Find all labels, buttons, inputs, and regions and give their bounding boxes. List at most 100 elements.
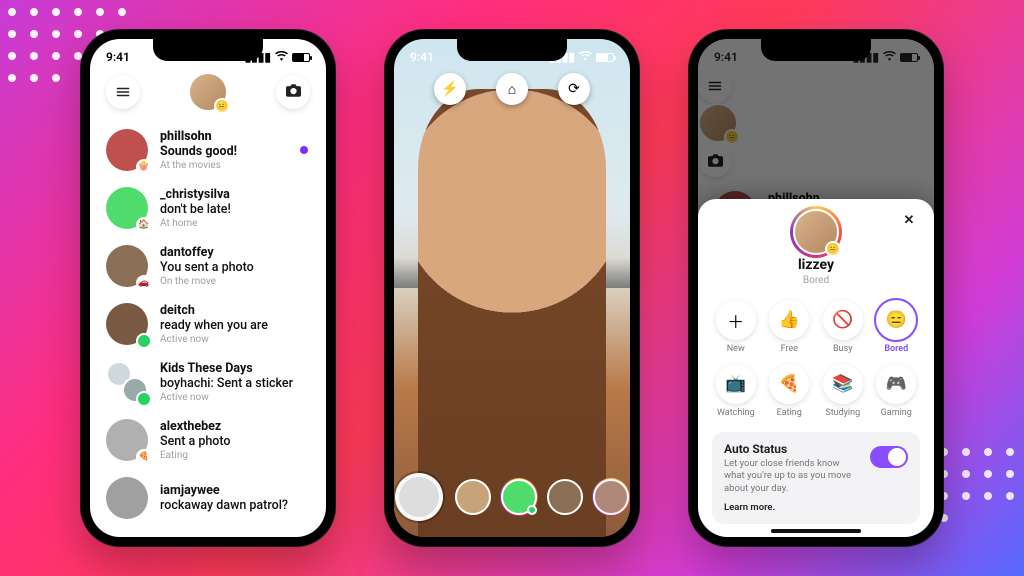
thread-message: You sent a photo (160, 260, 310, 275)
flash-off-button[interactable]: ⚡ (434, 73, 466, 105)
thread-name: _christysilva (160, 187, 310, 202)
phone-threads: 9:41 ▮▮▮▮ 😑 (80, 29, 336, 547)
online-dot-icon (136, 391, 152, 407)
status-eating[interactable]: 🍕 Eating (766, 364, 814, 418)
status-tile-label: Gaming (881, 408, 912, 418)
status-studying[interactable]: 📚 Studying (819, 364, 867, 418)
thread-status: At home (160, 218, 310, 229)
home-icon: ⌂ (508, 81, 516, 98)
thread-row[interactable]: 🍿 phillsohnSounds good!At the movies (90, 121, 326, 179)
thread-message: rockaway dawn patrol? (160, 498, 310, 513)
thread-status: Active now (160, 334, 310, 345)
auto-status-desc: Let your close friends know what you're … (724, 458, 860, 495)
thread-name: phillsohn (160, 129, 310, 144)
status-busy-icon: 🚫 (823, 300, 863, 340)
my-profile-avatar[interactable]: 😑 (188, 72, 228, 112)
home-button[interactable]: ⌂ (496, 73, 528, 105)
thread-status: Active now (160, 392, 310, 403)
thread-status-icon: 🏠 (136, 217, 152, 233)
thread-status: Eating (160, 450, 310, 461)
status-eating-icon: 🍕 (769, 364, 809, 404)
status-watching-icon: 📺 (716, 364, 756, 404)
thread-name: dantoffey (160, 245, 310, 260)
status-tile-label: New (727, 344, 745, 354)
status-free[interactable]: 👍Free (766, 300, 814, 354)
thread-message: ready when you are (160, 318, 310, 333)
thread-name: iamjaywee (160, 483, 310, 498)
thread-message: Sounds good! (160, 144, 310, 159)
auto-status-toggle[interactable] (870, 446, 908, 468)
status-new-icon: ＋ (716, 300, 756, 340)
thread-name: alexthebez (160, 419, 310, 434)
device-notch (153, 39, 263, 61)
auto-status-card: Auto Status Let your close friends know … (712, 432, 920, 524)
thread-row[interactable]: Kids These Daysboyhachi: Sent a stickerA… (90, 353, 326, 411)
thread-list[interactable]: 🍿 phillsohnSounds good!At the movies 🏠 _chr… (90, 115, 326, 537)
thread-message: boyhachi: Sent a sticker (160, 376, 310, 391)
close-button[interactable]: ✕ (898, 209, 920, 231)
device-notch (761, 39, 871, 61)
my-status-badge-icon: 😑 (214, 98, 230, 114)
unread-dot-icon (300, 146, 308, 154)
thread-name: deitch (160, 303, 310, 318)
camera-icon (286, 83, 301, 101)
status-tile-label: Bored (884, 344, 908, 354)
status-time: 9:41 (410, 50, 434, 64)
thread-status: At the movies (160, 160, 310, 171)
status-busy[interactable]: 🚫 Busy (819, 300, 867, 354)
home-indicator[interactable] (771, 529, 861, 533)
status-new[interactable]: ＋ New (712, 300, 760, 354)
send-to-friend-avatar[interactable] (547, 479, 583, 515)
thread-status-icon: 🍿 (136, 159, 152, 175)
sheet-user-name: lizzey (798, 257, 834, 273)
status-tile-label: Studying (825, 408, 860, 418)
phone-status-sheet: 9:41 ▮▮▮▮ 😑 (688, 29, 944, 547)
status-bored-icon: 😑 (876, 300, 916, 340)
auto-status-learn-more[interactable]: Learn more. (724, 502, 775, 513)
sheet-user-avatar[interactable]: 😑 (793, 209, 839, 255)
switch-camera-button[interactable]: ⟳ (558, 73, 590, 105)
shutter-button[interactable] (395, 473, 443, 521)
status-tile-label: Busy (833, 344, 852, 354)
status-sheet: ✕ 😑 lizzey Bored ＋ New 👍Free🚫 Busy 😑 Bored 📺 Wa… (698, 199, 934, 537)
send-to-friend-avatar[interactable] (593, 479, 629, 515)
camera-top-controls: ⚡ ⌂ ⟳ (394, 73, 630, 105)
camera-button[interactable] (276, 75, 310, 109)
wifi-icon (883, 50, 896, 64)
status-tile-label: Watching (717, 408, 755, 418)
thread-row[interactable]: 🏠_christysilvadon't be late!At home (90, 179, 326, 237)
camera-bottom-tray (394, 473, 630, 521)
menu-button[interactable] (106, 75, 140, 109)
status-tile-label: Eating (777, 408, 802, 418)
phone-camera: 9:41 ▮▮▮▮ ⚡⌂⟳ (384, 29, 640, 547)
status-gaming[interactable]: 🎮 Gaming (873, 364, 921, 418)
flash-off-icon: ⚡ (441, 81, 458, 97)
status-studying-icon: 📚 (823, 364, 863, 404)
online-dot-icon (136, 333, 152, 349)
promo-stage: 9:41 ▮▮▮▮ 😑 (0, 0, 1024, 576)
thread-row[interactable]: 🍕 alexthebezSent a photoEating (90, 411, 326, 469)
wifi-icon (579, 50, 592, 64)
threads-header: 😑 (90, 69, 326, 115)
sheet-user-badge-icon: 😑 (825, 241, 841, 257)
close-icon: ✕ (904, 213, 915, 228)
status-bored[interactable]: 😑 Bored (873, 300, 921, 354)
device-notch (457, 39, 567, 61)
status-watching[interactable]: 📺 Watching (712, 364, 760, 418)
status-time: 9:41 (714, 50, 738, 64)
sheet-user-state: Bored (803, 275, 829, 286)
send-to-friend-avatar[interactable] (455, 479, 491, 515)
wifi-icon (275, 50, 288, 64)
camera-viewfinder[interactable] (394, 39, 630, 537)
thread-status-icon: 🚗 (136, 275, 152, 291)
status-gaming-icon: 🎮 (876, 364, 916, 404)
battery-icon (292, 53, 310, 62)
thread-row[interactable]: iamjayweerockaway dawn patrol? (90, 469, 326, 527)
thread-row[interactable]: deitchready when you areActive now (90, 295, 326, 353)
thread-message: Sent a photo (160, 434, 310, 449)
send-to-friend-avatar[interactable] (501, 479, 537, 515)
switch-camera-icon: ⟳ (568, 81, 580, 97)
thread-row[interactable]: 🚗dantoffeyYou sent a photoOn the move (90, 237, 326, 295)
status-free-icon: 👍 (769, 300, 809, 340)
thread-status-icon: 🍕 (136, 449, 152, 465)
